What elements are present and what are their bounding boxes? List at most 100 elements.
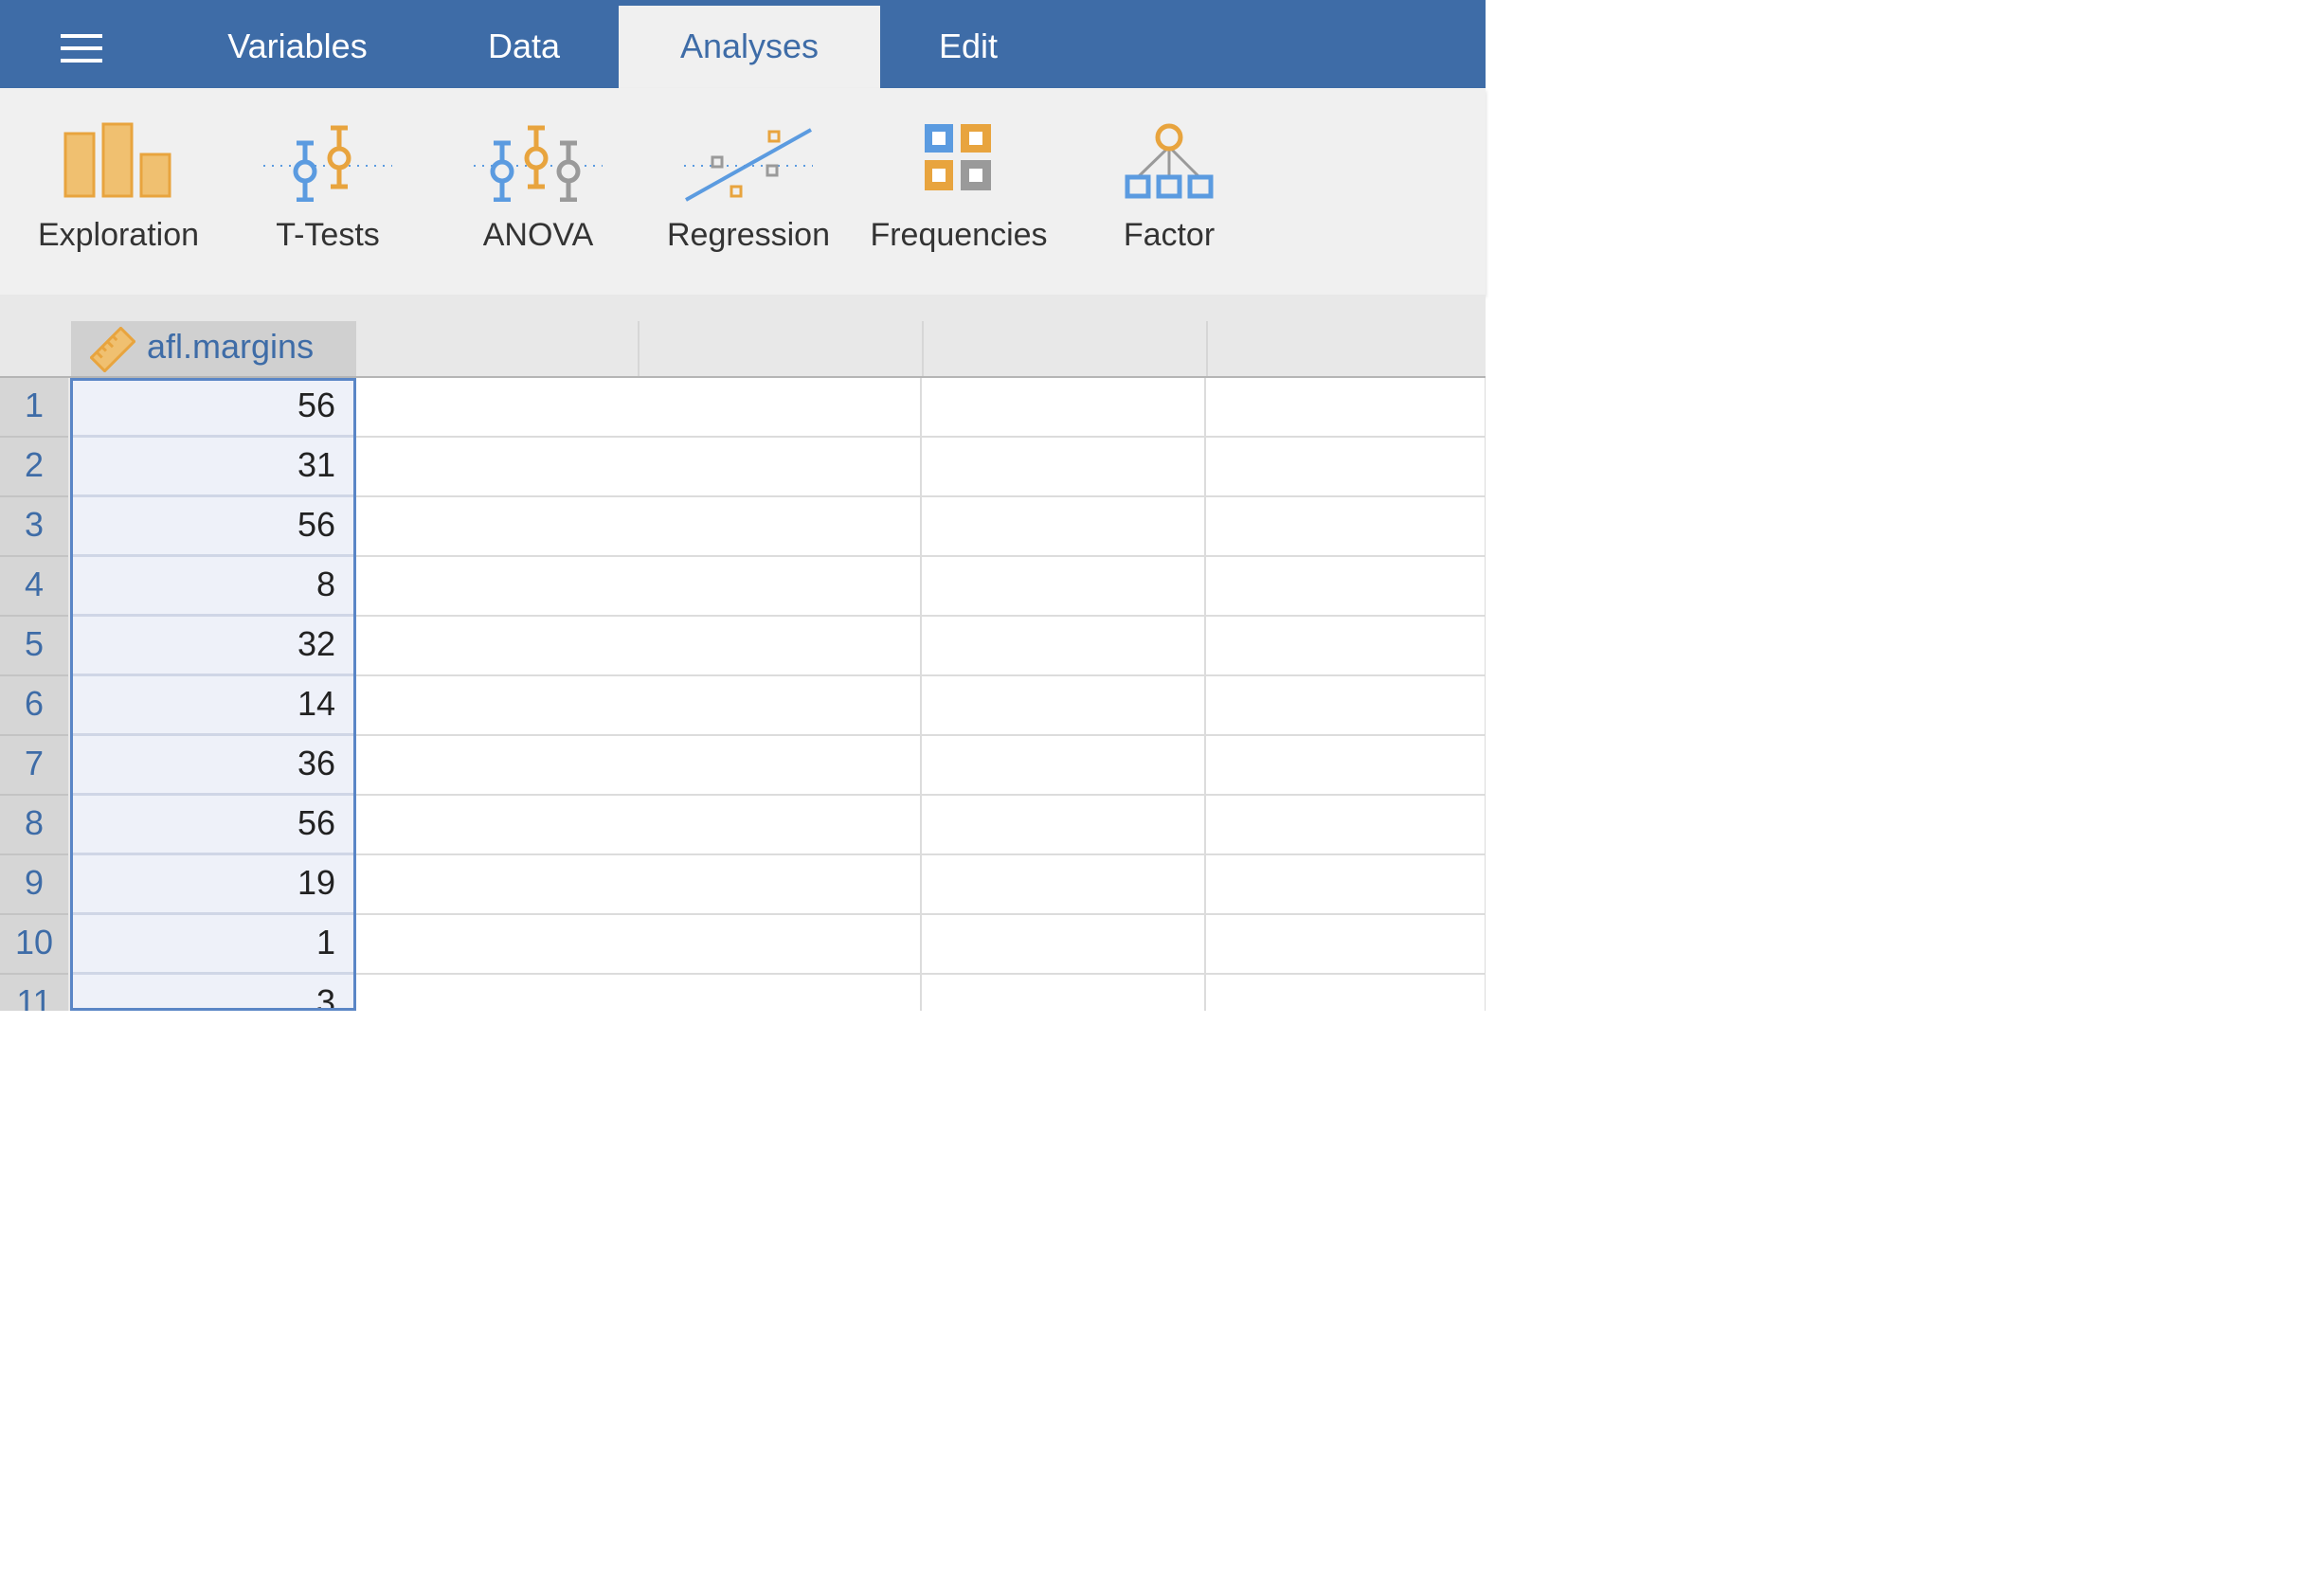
empty-cell[interactable] bbox=[356, 915, 640, 975]
empty-cell[interactable] bbox=[922, 855, 1206, 915]
factor-button[interactable]: Factor bbox=[1065, 88, 1273, 295]
empty-cell[interactable] bbox=[1206, 676, 1486, 736]
empty-cell[interactable] bbox=[1206, 557, 1486, 617]
data-cell[interactable]: 19 bbox=[72, 855, 356, 915]
empty-cell[interactable] bbox=[922, 676, 1206, 736]
empty-cell[interactable] bbox=[356, 438, 640, 497]
empty-cell[interactable] bbox=[356, 736, 640, 796]
empty-cell[interactable] bbox=[922, 438, 1206, 497]
regression-button[interactable]: Regression bbox=[644, 88, 853, 295]
empty-cell[interactable] bbox=[638, 796, 922, 855]
hamburger-menu-icon[interactable] bbox=[61, 34, 102, 63]
table-row: 48 bbox=[0, 557, 1486, 617]
empty-cell[interactable] bbox=[922, 796, 1206, 855]
tab-analyses[interactable]: Analyses bbox=[619, 6, 880, 88]
table-row: 9 19 bbox=[0, 855, 1486, 915]
exploration-label: Exploration bbox=[37, 217, 200, 253]
empty-cell[interactable] bbox=[1206, 617, 1486, 676]
empty-cell[interactable] bbox=[638, 497, 922, 557]
empty-cell[interactable] bbox=[638, 557, 922, 617]
data-rows: 1 56 2 31 3 56 4 8 5 32 6 14 7 36 8 56 9 19 10 1 11 3 bbox=[0, 378, 1486, 1011]
frequencies-button[interactable]: Frequencies bbox=[855, 88, 1063, 295]
empty-cell[interactable] bbox=[922, 736, 1206, 796]
table-row: 7 36 bbox=[0, 736, 1486, 796]
empty-cell[interactable] bbox=[1206, 855, 1486, 915]
ttests-button[interactable]: T-Tests bbox=[224, 88, 432, 295]
empty-cell[interactable] bbox=[638, 378, 922, 438]
column-header-empty[interactable] bbox=[638, 321, 922, 376]
empty-cell[interactable] bbox=[1206, 736, 1486, 796]
empty-cell[interactable] bbox=[1206, 915, 1486, 975]
ttests-label: T-Tests bbox=[276, 217, 380, 253]
row-number[interactable]: 6 bbox=[0, 676, 68, 736]
empty-cell[interactable] bbox=[356, 557, 640, 617]
row-number[interactable]: 2 bbox=[0, 438, 68, 497]
empty-cell[interactable] bbox=[1206, 975, 1486, 1011]
empty-cell[interactable] bbox=[638, 975, 922, 1011]
data-cell[interactable]: 1 bbox=[72, 915, 356, 975]
empty-cell[interactable] bbox=[922, 557, 1206, 617]
factor-label: Factor bbox=[1123, 217, 1216, 253]
data-cell[interactable]: 56 bbox=[72, 796, 356, 855]
empty-cell[interactable] bbox=[1206, 378, 1486, 438]
empty-cell[interactable] bbox=[356, 855, 640, 915]
tab-data[interactable]: Data bbox=[443, 6, 604, 88]
exploration-button[interactable]: Exploration bbox=[13, 88, 224, 295]
row-number[interactable]: 7 bbox=[0, 736, 68, 796]
column-header-row: afl.margins bbox=[0, 295, 1486, 378]
column-header-empty[interactable] bbox=[1206, 321, 1486, 376]
empty-cell[interactable] bbox=[922, 915, 1206, 975]
row-number[interactable]: 9 bbox=[0, 855, 68, 915]
row-number[interactable]: 11 bbox=[0, 975, 68, 1011]
table-row: 3 56 bbox=[0, 497, 1486, 557]
empty-cell[interactable] bbox=[1206, 438, 1486, 497]
table-row: 1 56 bbox=[0, 378, 1486, 438]
empty-cell[interactable] bbox=[922, 378, 1206, 438]
empty-cell[interactable] bbox=[356, 676, 640, 736]
factor-icon bbox=[1125, 123, 1214, 199]
empty-cell[interactable] bbox=[638, 855, 922, 915]
exploration-icon bbox=[63, 122, 171, 198]
empty-cell[interactable] bbox=[356, 975, 640, 1011]
data-cell[interactable]: 8 bbox=[72, 557, 356, 617]
empty-cell[interactable] bbox=[638, 676, 922, 736]
empty-cell[interactable] bbox=[638, 438, 922, 497]
column-header-empty[interactable] bbox=[922, 321, 1206, 376]
tab-edit[interactable]: Edit bbox=[908, 6, 1029, 88]
data-cell[interactable]: 56 bbox=[72, 378, 356, 438]
data-cell[interactable]: 36 bbox=[72, 736, 356, 796]
data-cell[interactable]: 56 bbox=[72, 497, 356, 557]
data-cell[interactable]: 32 bbox=[72, 617, 356, 676]
empty-cell[interactable] bbox=[922, 617, 1206, 676]
empty-cell[interactable] bbox=[922, 975, 1206, 1011]
regression-icon bbox=[684, 128, 813, 202]
empty-cell[interactable] bbox=[1206, 497, 1486, 557]
data-cell[interactable]: 31 bbox=[72, 438, 356, 497]
anova-button[interactable]: ANOVA bbox=[434, 88, 642, 295]
table-row: 2 31 bbox=[0, 438, 1486, 497]
ttests-icon bbox=[263, 125, 392, 202]
empty-cell[interactable] bbox=[1206, 796, 1486, 855]
row-number[interactable]: 4 bbox=[0, 557, 68, 617]
column-header-afl-margins[interactable]: afl.margins bbox=[71, 321, 356, 376]
top-bar: Variables Data Analyses Edit bbox=[0, 0, 1486, 88]
empty-cell[interactable] bbox=[356, 617, 640, 676]
tab-variables[interactable]: Variables bbox=[193, 6, 402, 88]
empty-cell[interactable] bbox=[638, 736, 922, 796]
empty-cell[interactable] bbox=[638, 617, 922, 676]
empty-cell[interactable] bbox=[638, 915, 922, 975]
empty-cell[interactable] bbox=[356, 378, 640, 438]
data-cell[interactable]: 14 bbox=[72, 676, 356, 736]
empty-cell[interactable] bbox=[356, 497, 640, 557]
empty-cell[interactable] bbox=[922, 497, 1206, 557]
row-number[interactable]: 10 bbox=[0, 915, 68, 975]
row-number[interactable]: 5 bbox=[0, 617, 68, 676]
row-number[interactable]: 8 bbox=[0, 796, 68, 855]
table-row: 6 14 bbox=[0, 676, 1486, 736]
table-row: 8 56 bbox=[0, 796, 1486, 855]
row-number[interactable]: 3 bbox=[0, 497, 68, 557]
empty-cell[interactable] bbox=[356, 796, 640, 855]
row-number[interactable]: 1 bbox=[0, 378, 68, 438]
data-cell[interactable]: 3 bbox=[72, 975, 356, 1011]
analyses-ribbon: Exploration T-Tests ANOVA Regression Fre… bbox=[0, 88, 1486, 295]
